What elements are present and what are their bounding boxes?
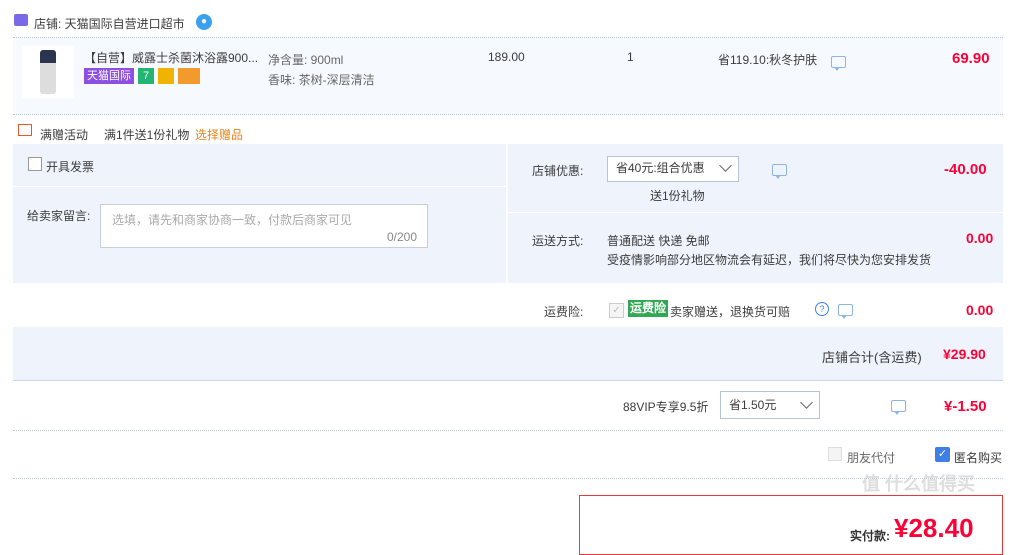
pay-label: 实付款:: [850, 529, 890, 543]
message-count: 0/200: [386, 230, 417, 244]
gift-desc: 满1件送1份礼物: [104, 128, 190, 142]
store-discount-sub: 送1份礼物: [650, 189, 705, 203]
chevron-down-icon: [800, 396, 813, 409]
divider: [13, 478, 1003, 479]
message-label: 给卖家留言:: [27, 209, 91, 223]
store-discount-value: 省40元:组合优惠: [616, 161, 705, 175]
divider: [508, 283, 1003, 284]
store-discount-label: 店铺优惠:: [532, 164, 584, 178]
store-discount-select[interactable]: 省40元:组合优惠: [607, 156, 739, 182]
chat-icon[interactable]: ●: [196, 14, 212, 30]
tmall-global-badge: 天猫国际: [84, 68, 134, 84]
store-total-amount: ¥29.90: [943, 346, 986, 362]
store-discount-amount: -40.00: [944, 161, 987, 178]
comment-icon[interactable]: [837, 304, 853, 319]
unit-price: 189.00: [488, 50, 525, 64]
choose-gift-link[interactable]: 选择赠品: [195, 126, 243, 143]
shipping-amount: 0.00: [966, 230, 994, 246]
store-total-label: 店铺合计(含运费): [822, 350, 922, 365]
shipping-label: 运送方式:: [532, 234, 584, 248]
guarantee-icon: [158, 68, 174, 84]
divider: [13, 186, 506, 187]
quantity: 1: [627, 50, 634, 64]
pay-amount: ¥28.40: [894, 513, 974, 543]
insurance-checkbox: ✓: [609, 303, 624, 318]
watermark: 值 什么值得买: [862, 474, 976, 494]
insurance-amount: 0.00: [966, 302, 994, 318]
seven-day-return-icon: 7: [138, 68, 154, 84]
spec-scent: 香味: 茶树-深层清洁: [268, 73, 375, 87]
item-subtotal: 69.90: [952, 50, 990, 67]
friend-pay-label: 朋友代付: [847, 451, 896, 465]
invoice-label: 开具发票: [46, 160, 95, 174]
invoice-checkbox[interactable]: [28, 157, 42, 171]
vip-label: 88VIP专享9.5折: [623, 400, 709, 414]
gift-icon: [18, 124, 32, 136]
comment-icon[interactable]: [831, 56, 846, 71]
spec-volume: 净含量: 900ml: [268, 53, 344, 67]
shop-icon: [14, 14, 28, 26]
shop-name[interactable]: 店铺: 天猫国际自营进口超市: [34, 15, 185, 32]
divider: [13, 430, 1003, 431]
anonymous-label: 匿名购买: [954, 451, 1003, 465]
vip-amount: ¥-1.50: [944, 398, 987, 415]
item-title[interactable]: 【自营】威露士杀菌沐浴露900...: [84, 49, 258, 66]
message-textarea[interactable]: 选填，请先和商家协商一致，付款后商家可见 0/200: [100, 204, 428, 248]
message-placeholder: 选填，请先和商家协商一致，付款后商家可见: [112, 213, 353, 227]
insurance-desc: 卖家赠送，退换货可赔: [670, 305, 791, 319]
divider: [508, 212, 1003, 213]
item-promo: 省119.10:秋冬护肤: [718, 53, 818, 67]
help-icon[interactable]: ?: [815, 302, 829, 316]
gift-label: 满赠活动: [40, 128, 89, 142]
comment-icon[interactable]: [891, 400, 907, 415]
insurance-label: 运费险:: [544, 305, 584, 319]
chevron-down-icon: [719, 159, 732, 172]
friend-pay-checkbox[interactable]: [828, 447, 842, 461]
shipping-method: 普通配送 快递 免邮: [607, 234, 710, 248]
vip-value: 省1.50元: [729, 398, 777, 412]
divider: [13, 114, 1003, 115]
shipping-note: 受疫情影响部分地区物流会有延迟，我们将尽快为您安排发货: [607, 253, 932, 267]
vip-select[interactable]: 省1.50元: [720, 391, 820, 419]
anonymous-checkbox[interactable]: ✓: [935, 447, 950, 462]
insurance-tag: 运费险: [628, 300, 669, 317]
product-image[interactable]: [22, 46, 74, 98]
card-icon: [178, 68, 200, 84]
comment-icon[interactable]: [772, 164, 788, 179]
